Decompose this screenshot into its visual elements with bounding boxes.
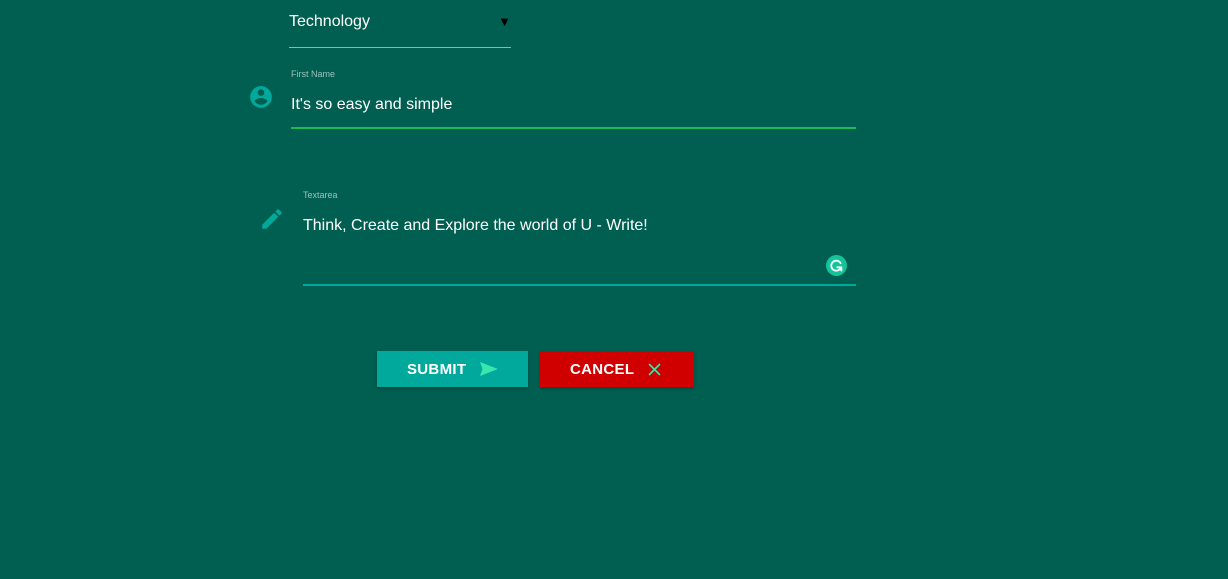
message-textarea[interactable]: Think, Create and Explore the world of U… [303,216,818,276]
submit-button[interactable]: SUBMIT [377,351,528,387]
account-circle-icon [250,86,272,108]
textarea-underline [303,284,856,286]
submit-button-label: SUBMIT [407,361,467,378]
form-page: Technology ▼ First Name Textarea Think, … [0,0,1228,579]
grammarly-g-icon [830,259,843,272]
close-icon [648,363,661,376]
dropdown-arrow-icon: ▼ [498,14,511,29]
cancel-button[interactable]: CANCEL [540,351,694,387]
grammarly-icon[interactable] [826,255,847,276]
category-select-value: Technology [289,13,370,30]
cancel-button-label: CANCEL [570,361,635,378]
first-name-label: First Name [291,69,336,79]
first-name-underline [291,127,856,129]
first-name-input[interactable] [291,95,856,115]
category-select[interactable]: Technology ▼ [289,0,511,48]
pencil-icon [262,209,282,229]
send-icon [480,362,498,376]
textarea-label: Textarea [303,190,338,200]
